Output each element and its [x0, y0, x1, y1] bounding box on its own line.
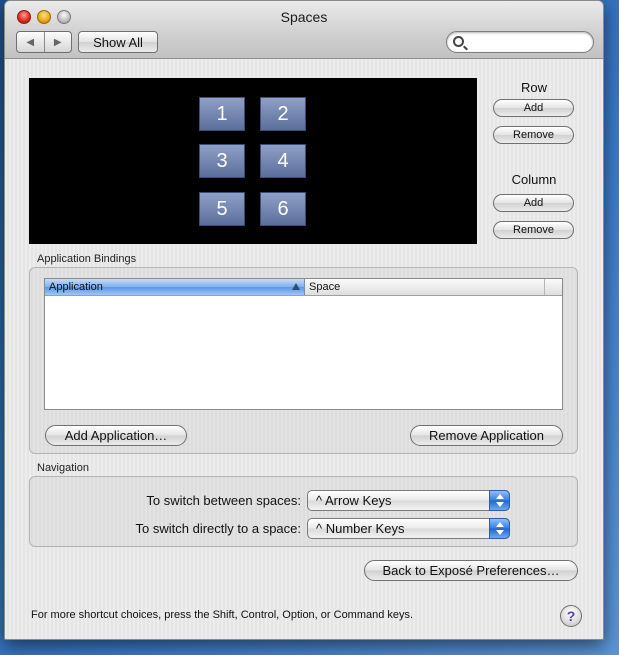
- popup-arrows-icon: [489, 518, 510, 539]
- switch-directly-value: ^ Number Keys: [316, 521, 405, 536]
- application-bindings-label: Application Bindings: [37, 253, 137, 265]
- switch-directly-label: To switch directly to a space:: [135, 521, 301, 536]
- space-tile-6[interactable]: 6: [260, 192, 306, 226]
- popup-arrows-icon: [489, 490, 510, 511]
- search-icon: [453, 36, 464, 47]
- left-triangle-icon: ◀: [26, 36, 35, 48]
- search-field[interactable]: [446, 31, 594, 53]
- space-tile-4[interactable]: 4: [260, 144, 306, 178]
- column-header-space[interactable]: Space: [305, 279, 545, 295]
- back-forward-control: ◀ ▶: [16, 31, 72, 53]
- footer-hint-text: For more shortcut choices, press the Shi…: [31, 609, 414, 621]
- window-title: Spaces: [280, 9, 328, 25]
- remove-application-button[interactable]: Remove Application: [410, 425, 563, 446]
- back-to-expose-button[interactable]: Back to Exposé Preferences…: [364, 560, 578, 581]
- sort-ascending-icon: [292, 283, 300, 290]
- spaces-grid: 1 2 3 4 5 6: [29, 78, 477, 244]
- spaces-preferences-window: Spaces ◀ ▶ Show All 1 2 3 4 5 6 Row Add …: [4, 0, 604, 640]
- space-tile-2[interactable]: 2: [260, 97, 306, 131]
- row-add-button[interactable]: Add: [493, 99, 574, 117]
- row-remove-button[interactable]: Remove: [493, 126, 574, 144]
- column-header-space-label: Space: [309, 281, 341, 293]
- add-application-button[interactable]: Add Application…: [45, 425, 187, 446]
- navigation-label: Navigation: [37, 462, 89, 474]
- space-tile-3[interactable]: 3: [199, 144, 245, 178]
- forward-button[interactable]: ▶: [43, 32, 72, 52]
- space-tile-1[interactable]: 1: [199, 97, 245, 131]
- switch-between-spaces-label: To switch between spaces:: [146, 493, 301, 508]
- switch-between-spaces-popup[interactable]: ^ Arrow Keys: [307, 490, 510, 511]
- show-all-button[interactable]: Show All: [78, 31, 158, 53]
- right-triangle-icon: ▶: [53, 36, 62, 48]
- table-header: Application Space: [45, 279, 562, 296]
- column-add-button[interactable]: Add: [493, 194, 574, 212]
- search-input[interactable]: [469, 34, 587, 50]
- back-button[interactable]: ◀: [17, 32, 44, 52]
- application-bindings-table[interactable]: Application Space: [44, 278, 563, 410]
- help-button[interactable]: ?: [560, 605, 582, 627]
- switch-between-spaces-value: ^ Arrow Keys: [316, 493, 392, 508]
- column-header-application[interactable]: Application: [45, 279, 305, 295]
- column-label: Column: [511, 172, 557, 187]
- space-tile-5[interactable]: 5: [199, 192, 245, 226]
- column-remove-button[interactable]: Remove: [493, 221, 574, 239]
- column-header-application-label: Application: [49, 281, 103, 293]
- switch-directly-popup[interactable]: ^ Number Keys: [307, 518, 510, 539]
- titlebar: Spaces ◀ ▶ Show All: [5, 1, 603, 59]
- help-icon: ?: [566, 608, 576, 624]
- row-label: Row: [520, 80, 547, 95]
